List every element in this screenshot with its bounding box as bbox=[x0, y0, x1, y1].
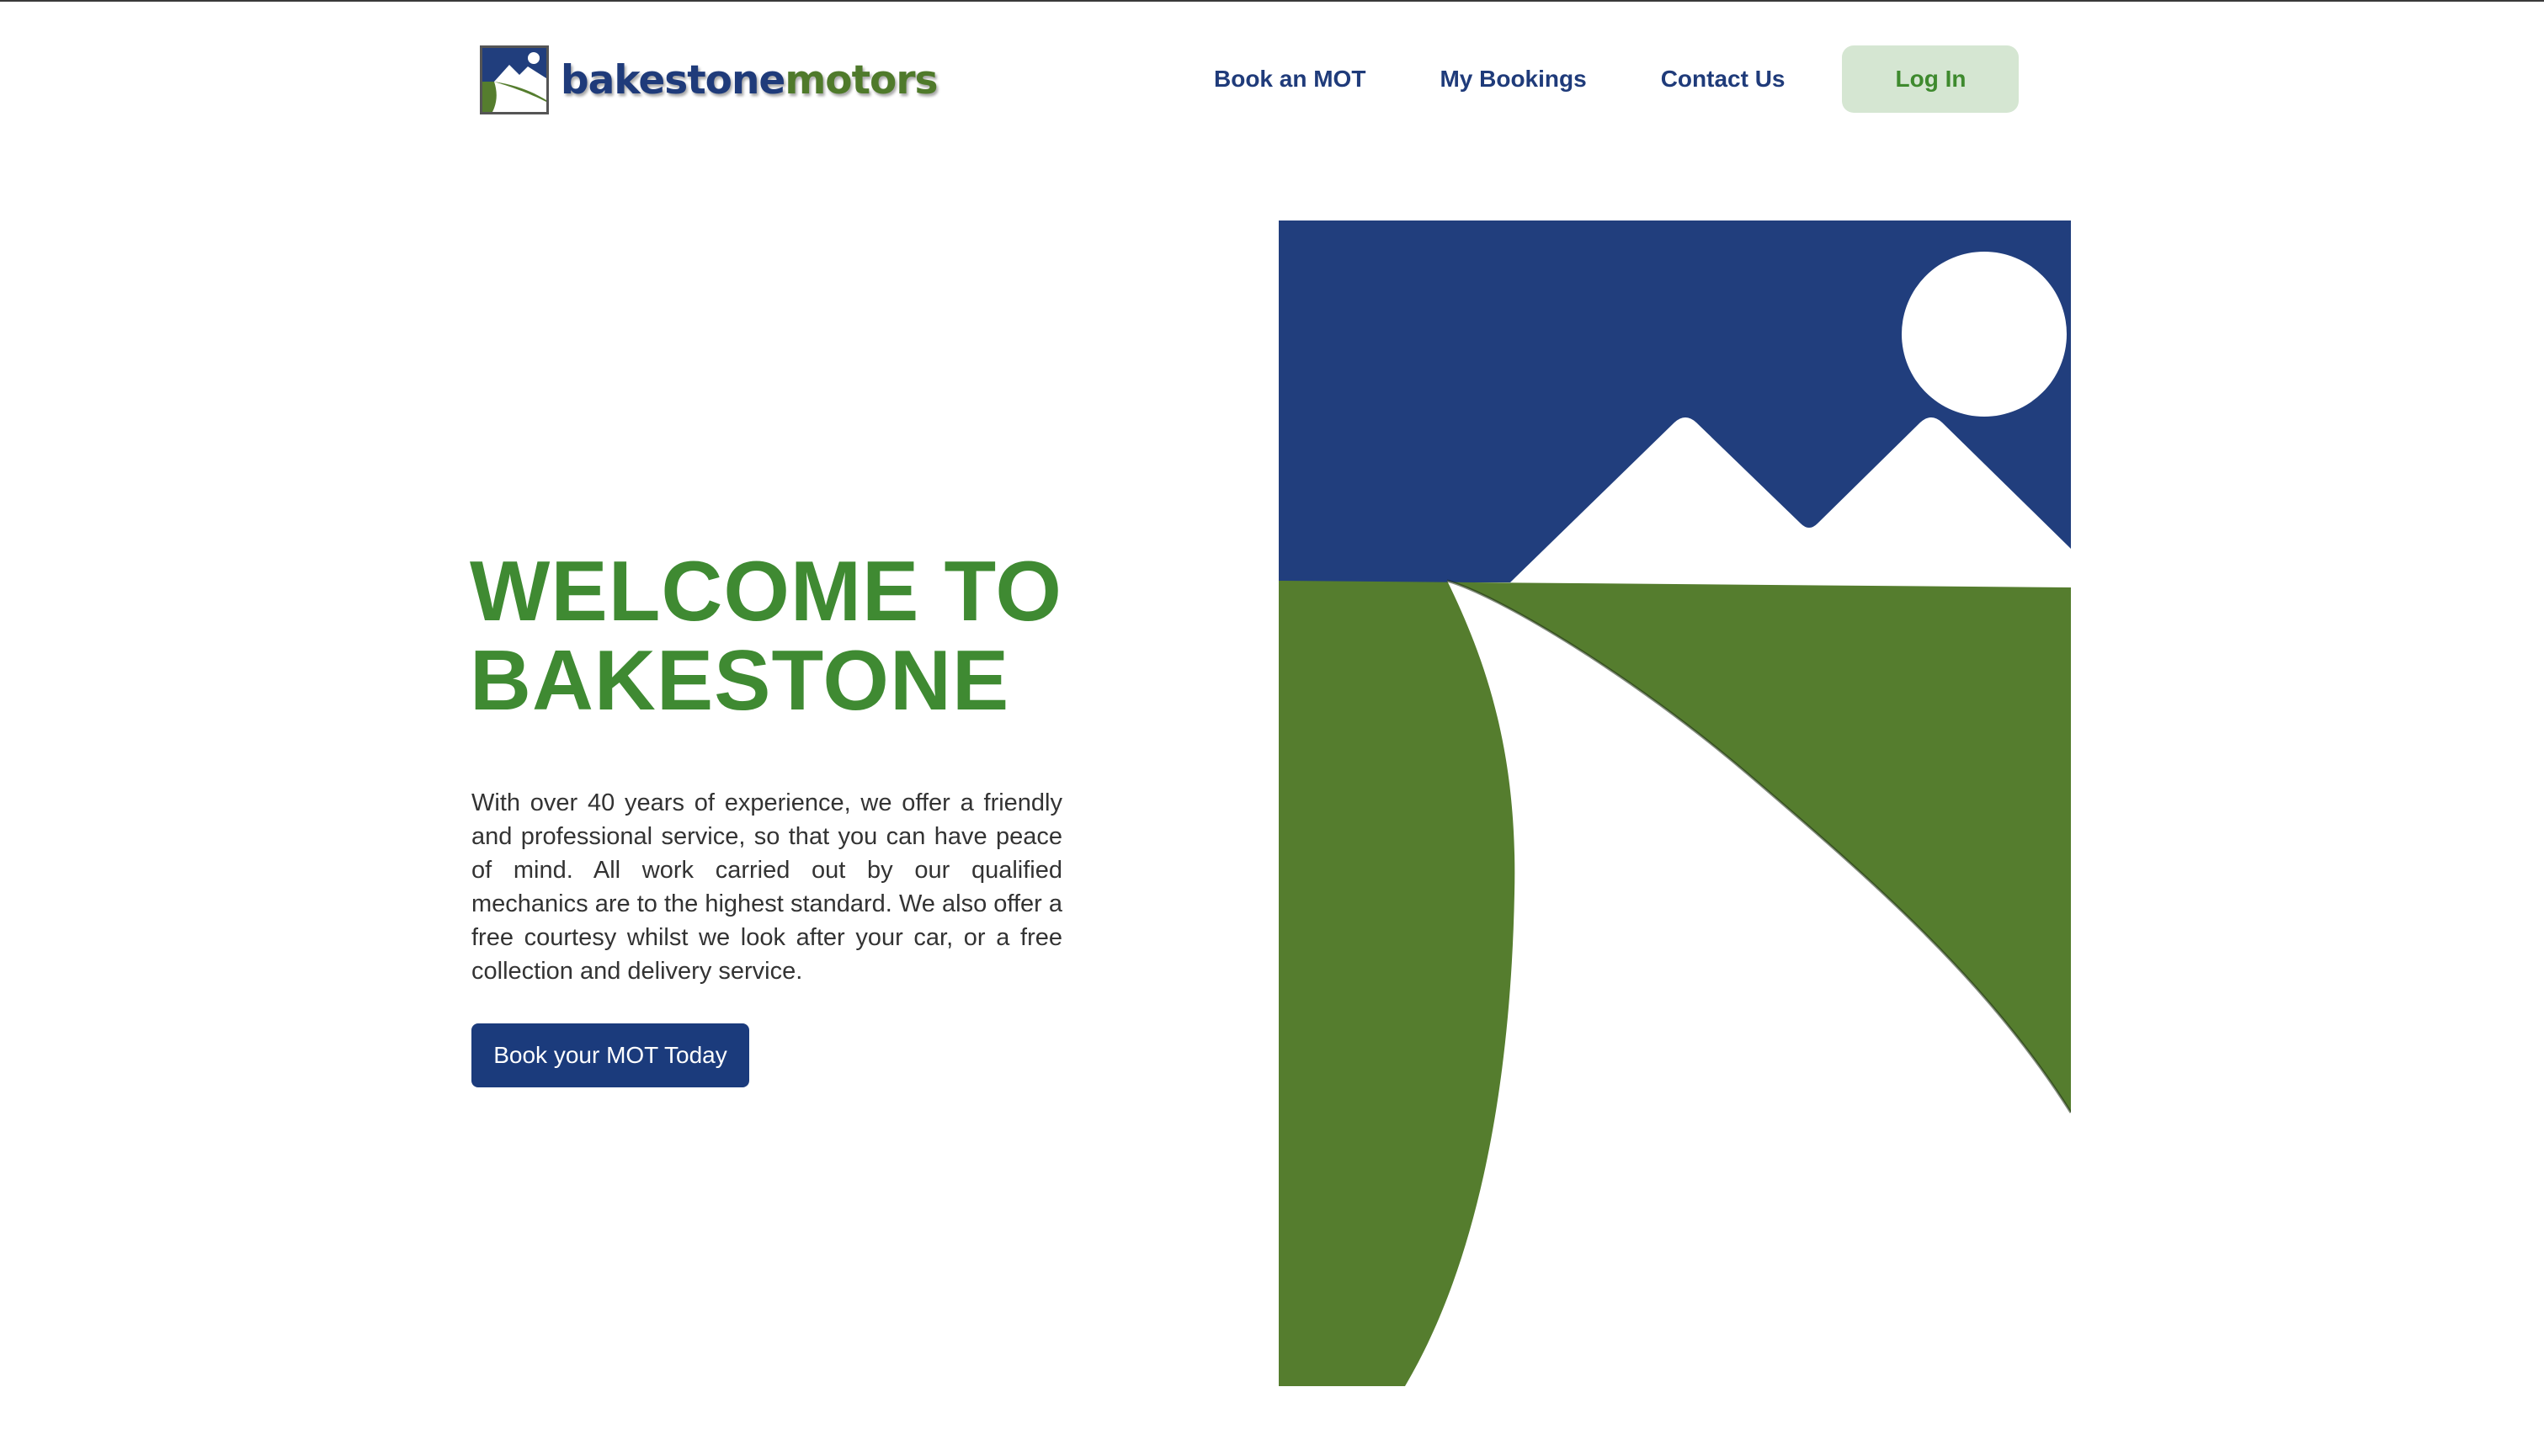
nav-link-contact-us[interactable]: Contact Us bbox=[1661, 66, 1786, 93]
nav-link-my-bookings[interactable]: My Bookings bbox=[1440, 66, 1586, 93]
sun-shape bbox=[1902, 252, 2067, 417]
site-header: bakestonemotors Book an MOT My Bookings … bbox=[0, 0, 2544, 160]
brand-logo[interactable]: bakestonemotors bbox=[480, 42, 939, 118]
hero-title: WELCOME TO BAKESTONE bbox=[470, 547, 1076, 725]
landscape-logo-icon bbox=[1279, 221, 2073, 1386]
hero-title-line2: BAKESTONE bbox=[470, 634, 1010, 728]
brand-name-part2: motors bbox=[785, 56, 938, 104]
login-button[interactable]: Log In bbox=[1842, 45, 2020, 113]
brand-name-part1: bakestone bbox=[561, 56, 785, 104]
nav-link-book-mot[interactable]: Book an MOT bbox=[1214, 66, 1365, 93]
hero-title-line1: WELCOME TO bbox=[470, 545, 1062, 639]
main-nav: Book an MOT My Bookings Contact Us Log I… bbox=[1212, 45, 2020, 113]
landscape-illustration bbox=[1279, 221, 2073, 1386]
brand-name: bakestonemotors bbox=[561, 56, 939, 104]
book-mot-cta-button[interactable]: Book your MOT Today bbox=[471, 1023, 749, 1087]
logo-mark-icon bbox=[480, 45, 549, 114]
hero-description: With over 40 years of experience, we off… bbox=[471, 789, 1062, 985]
